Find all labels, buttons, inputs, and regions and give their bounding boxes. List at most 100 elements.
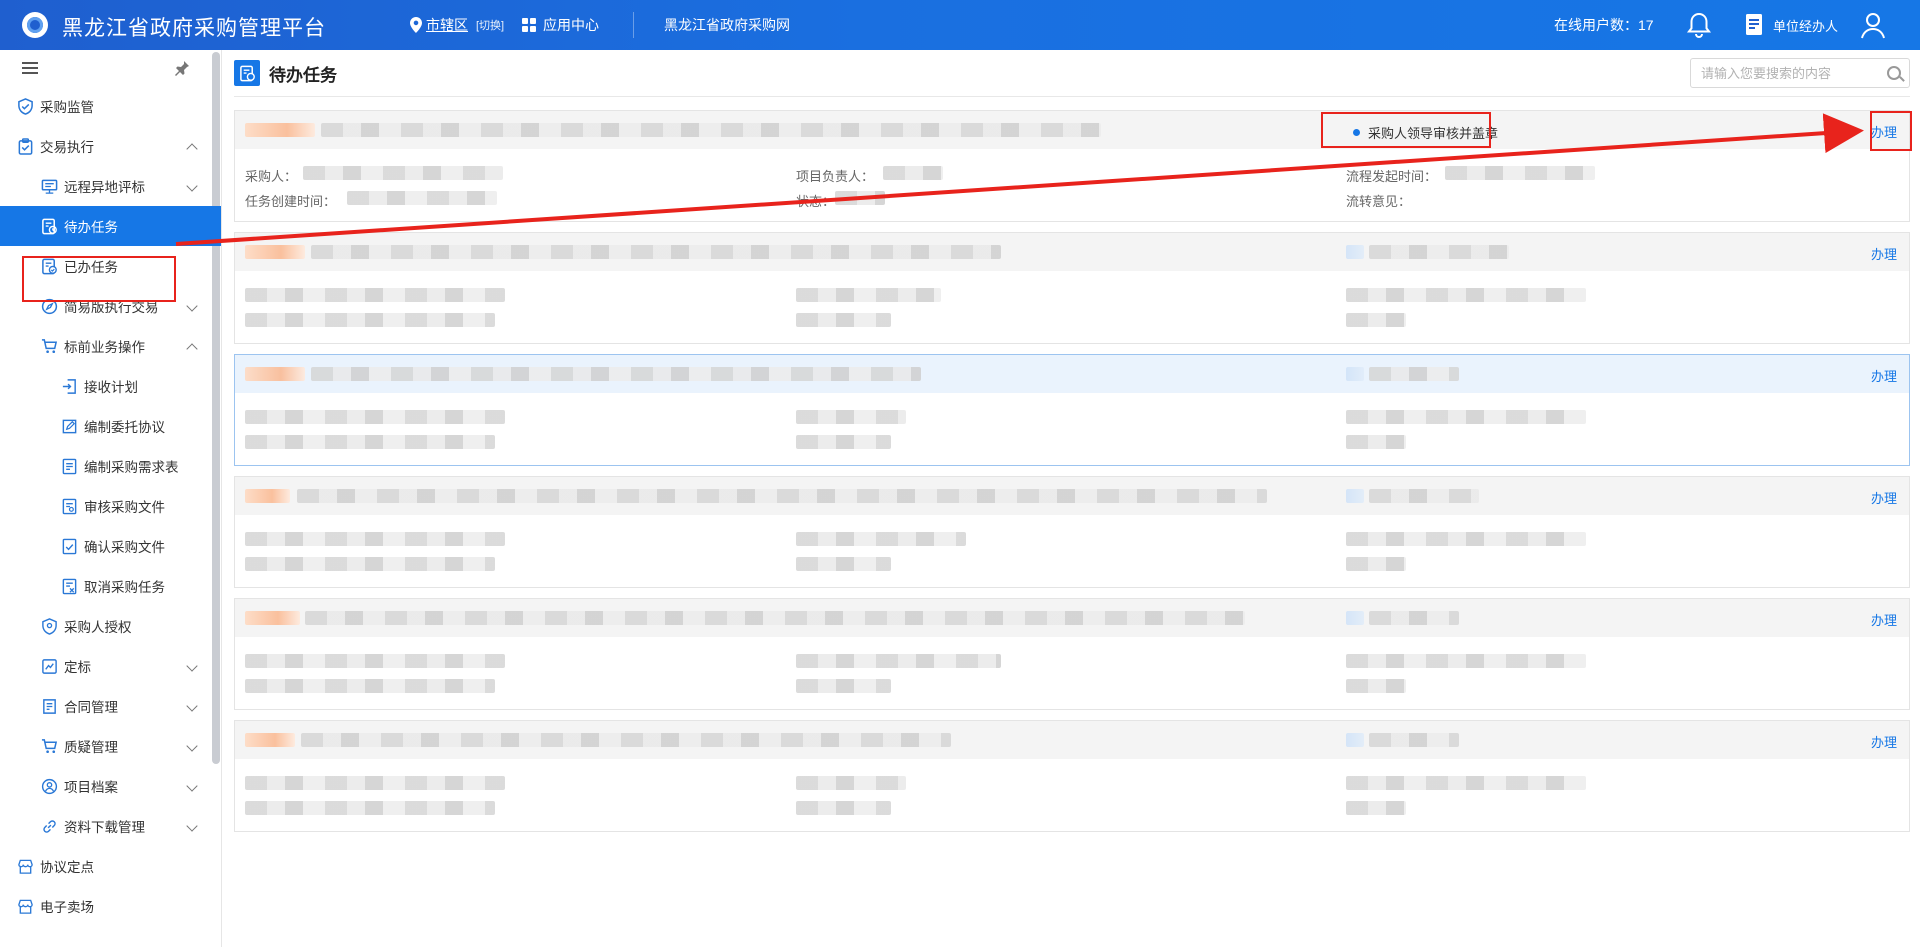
- search-input[interactable]: [1701, 65, 1871, 81]
- sidebar-item-project-archive[interactable]: 项目档案: [0, 766, 221, 806]
- search-box[interactable]: [1690, 58, 1910, 88]
- redacted-text: [245, 489, 290, 503]
- handle-button[interactable]: 办理: [1871, 244, 1897, 263]
- sidebar-toolbar: [0, 50, 221, 86]
- sidebar-item-label: 资料下载管理: [64, 820, 145, 835]
- sidebar-item-label: 采购监管: [40, 100, 94, 115]
- sidebar-item-label: 远程异地评标: [64, 180, 145, 195]
- task-card: 采购人领导审核并盖章 办理 采购人： 项目负责人： 流程发起时间： 任务创建时间…: [234, 110, 1912, 222]
- redacted-text: [245, 123, 315, 137]
- redacted-text: [1346, 288, 1586, 302]
- sidebar-item-purchaser-authorization[interactable]: 采购人授权: [0, 606, 221, 646]
- redacted-status-dot: [1346, 611, 1364, 625]
- redacted-text: [796, 557, 891, 571]
- clipboard-icon: [16, 137, 34, 155]
- region-switch-link[interactable]: [切换]: [476, 17, 504, 33]
- redacted-text: [245, 679, 495, 693]
- redacted-text: [1346, 410, 1586, 424]
- sidebar-item-label: 待办任务: [64, 220, 118, 235]
- flow-start-label: 流程发起时间：: [1346, 169, 1438, 184]
- sidebar-item-confirm-files[interactable]: 确认采购文件: [0, 526, 221, 566]
- redacted-text: [796, 435, 891, 449]
- chevron-down-icon: [186, 780, 198, 792]
- sidebar-item-label: 项目档案: [64, 780, 118, 795]
- sidebar-item-label: 采购人授权: [64, 620, 132, 635]
- redacted-text: [796, 679, 891, 693]
- user-icon[interactable]: [1860, 11, 1886, 39]
- app-title: 黑龙江省政府采购管理平台: [62, 17, 326, 40]
- sidebar-item-pre-bid-operations[interactable]: 标前业务操作: [0, 326, 221, 366]
- confirm-icon: [60, 537, 78, 555]
- monitor-icon: [40, 177, 58, 195]
- handle-button[interactable]: 办理: [1871, 610, 1897, 629]
- edit-icon: [60, 417, 78, 435]
- pin-icon[interactable]: [174, 60, 190, 76]
- store-icon: [16, 897, 34, 915]
- handle-button[interactable]: 办理: [1871, 732, 1897, 751]
- page-title: 待办任务: [269, 65, 337, 85]
- bell-icon[interactable]: [1686, 11, 1712, 39]
- sidebar-item-cancel-task[interactable]: 取消采购任务: [0, 566, 221, 606]
- sidebar-item-draft-agreement[interactable]: 编制委托协议: [0, 406, 221, 446]
- annotation-box-sidebar: [22, 256, 176, 302]
- redacted-text: [245, 367, 305, 381]
- sidebar-item-question-management[interactable]: 质疑管理: [0, 726, 221, 766]
- cart-icon: [40, 337, 58, 355]
- redacted-text: [796, 654, 1001, 668]
- redacted-text: [301, 733, 951, 747]
- search-icon[interactable]: [1887, 66, 1901, 80]
- document-icon: [1746, 14, 1762, 35]
- sidebar-item-agreement-designation[interactable]: 协议定点: [0, 846, 221, 886]
- sidebar-item-award[interactable]: 定标: [0, 646, 221, 686]
- sidebar-item-receive-plan[interactable]: 接收计划: [0, 366, 221, 406]
- redacted-text: [1346, 435, 1406, 449]
- redacted-text: [311, 245, 1001, 259]
- main-content: 待办任务 采购人领导审核并盖章 办理 采购人： 项目负责人： 流程发起时间： 任…: [222, 50, 1920, 947]
- redacted-text: [245, 733, 295, 747]
- redacted-text: [1346, 654, 1586, 668]
- chevron-down-icon: [186, 700, 198, 712]
- redacted-text: [1346, 313, 1406, 327]
- redacted-text: [1346, 776, 1586, 790]
- sidebar-item-label: 定标: [64, 660, 91, 675]
- redacted-text: [245, 435, 495, 449]
- sidebar-item-label: 交易执行: [40, 140, 94, 155]
- app-center-link[interactable]: 应用中心: [522, 15, 599, 35]
- redacted-text: [245, 288, 505, 302]
- sidebar-item-transaction-execution[interactable]: 交易执行: [0, 126, 221, 166]
- sidebar-item-contract-management[interactable]: 合同管理: [0, 686, 221, 726]
- handle-button[interactable]: 办理: [1871, 488, 1897, 507]
- sidebar-item-label: 电子卖场: [40, 900, 94, 915]
- region-selector[interactable]: 市辖区 [切换]: [410, 15, 504, 35]
- redacted-status-dot: [1346, 489, 1364, 503]
- contract-icon: [40, 697, 58, 715]
- redacted-text: [245, 776, 505, 790]
- platform-logo-icon: [22, 12, 48, 38]
- sidebar-item-download-management[interactable]: 资料下载管理: [0, 806, 221, 846]
- menu-toggle-icon[interactable]: [22, 62, 38, 74]
- handle-button[interactable]: 办理: [1871, 366, 1897, 385]
- sidebar-item-procurement-supervision[interactable]: 采购监管: [0, 86, 221, 126]
- sidebar-item-label: 协议定点: [40, 860, 94, 875]
- sidebar-item-label: 编制委托协议: [84, 420, 165, 435]
- sidebar-item-pending-tasks[interactable]: 待办任务: [0, 206, 221, 246]
- redacted-text: [305, 611, 1245, 625]
- redacted-text: [1369, 367, 1459, 381]
- location-pin-icon: [410, 17, 422, 33]
- region-name[interactable]: 市辖区: [426, 15, 468, 35]
- shield-icon: [16, 97, 34, 115]
- portal-link[interactable]: 黑龙江省政府采购网: [664, 15, 790, 35]
- sidebar-item-remote-evaluation[interactable]: 远程异地评标: [0, 166, 221, 206]
- sidebar-item-label: 接收计划: [84, 380, 138, 395]
- task-card: 办理: [234, 354, 1910, 466]
- task-card: 办理: [234, 598, 1910, 710]
- redacted-text: [245, 532, 505, 546]
- sidebar: 采购监管 交易执行 远程异地评标 待办任务 已办任务 简易版执行交易 标前业务操…: [0, 50, 222, 947]
- sidebar-item-audit-files[interactable]: 审核采购文件: [0, 486, 221, 526]
- role-menu[interactable]: 单位经办人: [1745, 13, 1838, 37]
- redacted-text: [1445, 166, 1595, 180]
- sidebar-item-draft-requirement[interactable]: 编制采购需求表: [0, 446, 221, 486]
- chevron-down-icon: [186, 740, 198, 752]
- task-list: 采购人领导审核并盖章 办理 采购人： 项目负责人： 流程发起时间： 任务创建时间…: [234, 110, 1912, 842]
- sidebar-item-e-mall[interactable]: 电子卖场: [0, 886, 221, 926]
